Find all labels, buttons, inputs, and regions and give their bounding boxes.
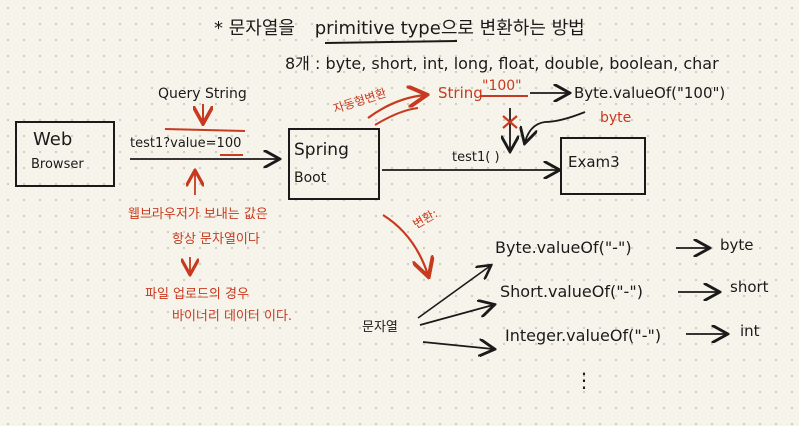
url-path: test1?value= [130, 136, 217, 151]
page-title: * 문자열을 primitive type으로 변환하는 방법 [214, 14, 585, 40]
query-string-label: Query String [158, 86, 247, 102]
spring-boot-box: Spring Boot [288, 128, 380, 200]
to-byte-arrow [417, 266, 490, 319]
conversion-method-byte: Byte.valueOf("-") [495, 238, 632, 257]
query-bracket [164, 128, 246, 132]
exam3-box: Exam3 [560, 137, 646, 195]
title-highlight: primitive type [314, 18, 441, 39]
spring-boot-line1: Spring [294, 140, 349, 160]
note-browser-line1: 웹브라우저가 보내는 값은 [128, 207, 268, 222]
url-value: 100 [216, 136, 242, 151]
types-line: 8개 : byte, short, int, long, float, doub… [285, 54, 719, 73]
conversion-result-byte: byte [720, 236, 754, 254]
web-browser-box: Web Browser [15, 121, 115, 187]
method-call: test1( ) [452, 150, 500, 165]
web-browser-line1: Web [33, 129, 73, 150]
conversion-method-int: Integer.valueOf("-") [505, 326, 662, 345]
byte-label: byte [600, 110, 632, 126]
conversion-result-int: int [740, 322, 760, 340]
note-upload-line2: 바이너리 데이터 이다. [172, 309, 293, 324]
note-browser-line2: 항상 문자열이다 [172, 232, 260, 247]
web-browser-line2: Browser [31, 157, 84, 172]
title-underline [324, 40, 458, 44]
string-value: "100" [482, 78, 522, 94]
string-type: String [438, 84, 483, 102]
note-upload-line1: 파일 업로드의 경우 [145, 287, 249, 302]
to-int-arrow [422, 342, 493, 349]
auto-cast-arrow-2 [374, 107, 419, 126]
conversion-method-short: Short.valueOf("-") [500, 282, 643, 301]
byte-valueof-example: Byte.valueOf("100") [574, 84, 726, 102]
title-star: * [214, 18, 223, 39]
conversion-result-short: short [730, 278, 769, 296]
title-suffix: 으로 변환하는 방법 [440, 18, 585, 39]
title-prefix: 문자열을 [228, 18, 295, 39]
exam3-label: Exam3 [568, 153, 620, 171]
spring-boot-line2: Boot [294, 170, 327, 186]
source-label: 문자열 [362, 320, 398, 335]
ellipsis: ⋮ [574, 368, 594, 392]
url-text: test1?value=100 [130, 136, 241, 151]
